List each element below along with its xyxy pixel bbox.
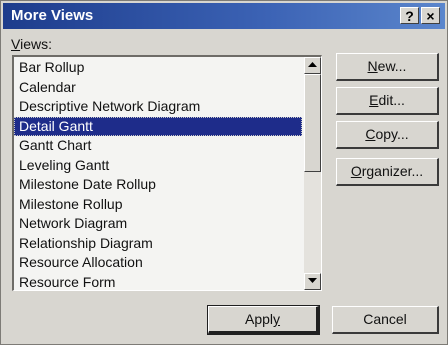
help-button[interactable]: ? <box>400 7 419 24</box>
title-bar[interactable]: More Views ? × <box>3 3 445 29</box>
arrow-up-icon <box>308 62 317 67</box>
view-list-item[interactable]: Relationship Diagram <box>14 234 302 254</box>
close-button[interactable]: × <box>421 7 440 24</box>
view-list-item[interactable]: Gantt Chart <box>14 136 302 156</box>
organizer-button[interactable]: Organizer... <box>336 158 439 186</box>
view-list-item[interactable]: Resource Form <box>14 273 302 291</box>
arrow-down-icon <box>308 278 317 283</box>
view-list-item[interactable]: Calendar <box>14 78 302 98</box>
views-listbox[interactable]: Bar Rollup Calendar Descriptive Network Di… <box>12 55 322 291</box>
views-scrollbar[interactable] <box>304 57 321 290</box>
views-list: Bar Rollup Calendar Descriptive Network Di… <box>14 58 302 291</box>
dialog-title: More Views <box>11 7 94 24</box>
scroll-thumb[interactable] <box>304 74 321 172</box>
views-label: Views: <box>11 36 52 52</box>
view-list-item[interactable]: Resource Allocation <box>14 253 302 273</box>
view-list-item[interactable]: Leveling Gantt <box>14 156 302 176</box>
more-views-dialog: More Views ? × Views: Bar Rollup Calendar… <box>0 0 448 345</box>
view-list-item[interactable]: Detail Gantt <box>14 116 302 136</box>
apply-button[interactable]: Apply <box>207 305 320 335</box>
scroll-down-button[interactable] <box>304 273 321 290</box>
view-list-item[interactable]: Descriptive Network Diagram <box>14 97 302 117</box>
new-button[interactable]: New... <box>336 53 439 81</box>
view-list-item[interactable]: Milestone Date Rollup <box>14 175 302 195</box>
scroll-up-button[interactable] <box>304 57 321 74</box>
edit-button[interactable]: Edit... <box>336 87 439 115</box>
view-list-item[interactable]: Bar Rollup <box>14 58 302 78</box>
copy-button[interactable]: Copy... <box>336 121 439 149</box>
cancel-button[interactable]: Cancel <box>332 306 439 334</box>
view-list-item[interactable]: Milestone Rollup <box>14 195 302 215</box>
view-list-item[interactable]: Network Diagram <box>14 214 302 234</box>
